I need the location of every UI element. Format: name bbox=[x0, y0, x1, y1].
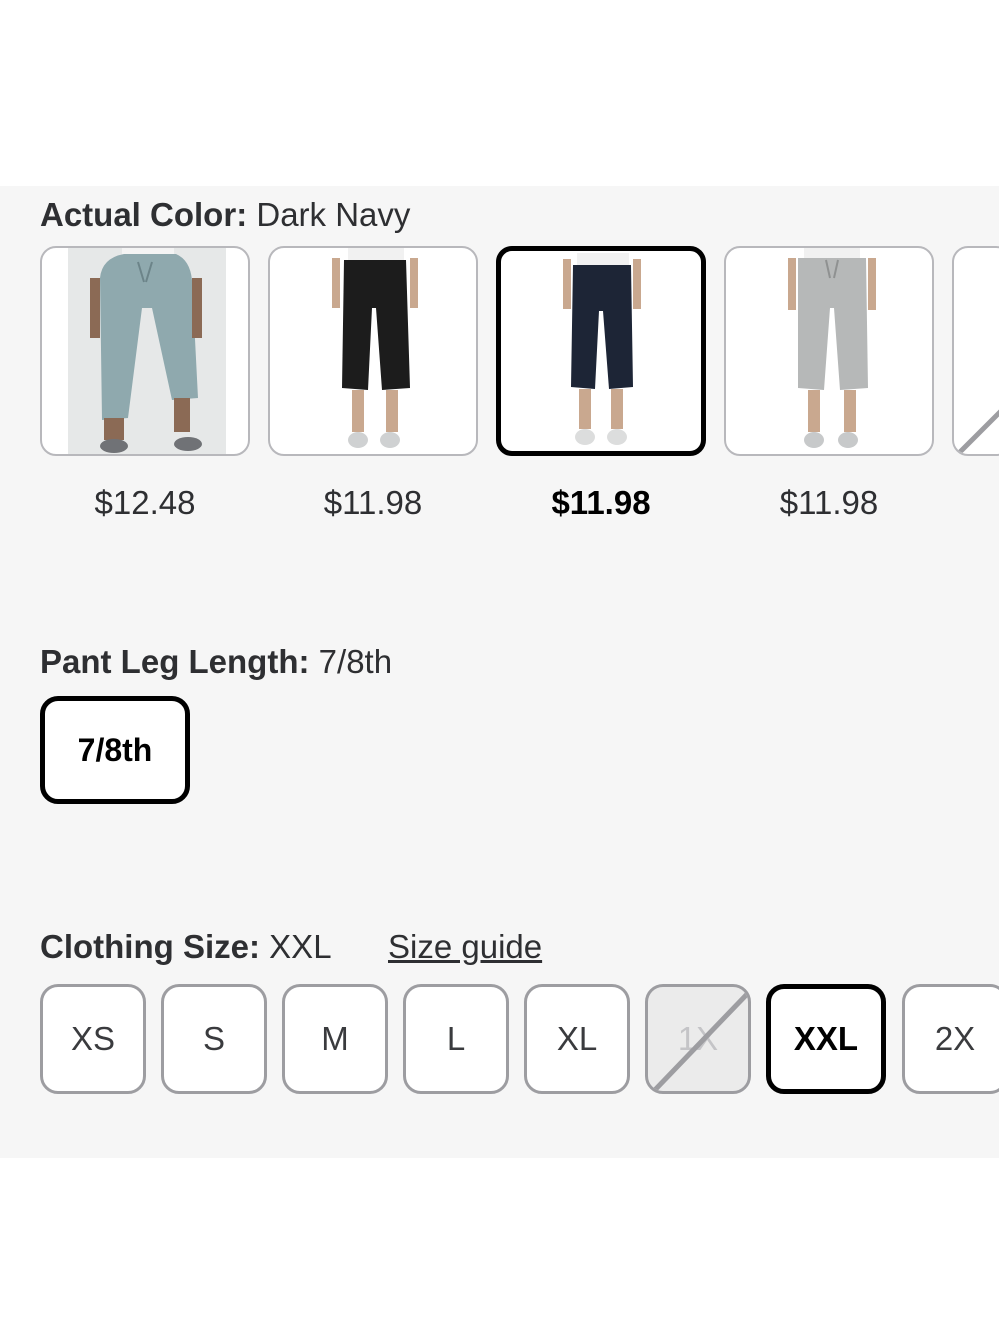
size-option-2x[interactable]: 2X bbox=[902, 984, 999, 1094]
color-swatch-black[interactable] bbox=[268, 246, 478, 456]
pants-image bbox=[563, 253, 641, 445]
size-option-xxl-selected[interactable]: XXL bbox=[766, 984, 886, 1094]
size-heading: Clothing Size: XXL bbox=[40, 928, 332, 965]
size-option-l[interactable]: L bbox=[403, 984, 509, 1094]
pants-image bbox=[788, 248, 876, 448]
color-swatch-light-gray[interactable] bbox=[724, 246, 934, 456]
pants-image bbox=[68, 248, 226, 454]
unavailable-strike-icon bbox=[956, 409, 999, 454]
leg-length-option-7-8th[interactable]: 7/8th bbox=[40, 696, 190, 804]
size-option-xs[interactable]: XS bbox=[40, 984, 146, 1094]
swatch-price-selected: $11.98 bbox=[551, 484, 651, 521]
color-value: Dark Navy bbox=[256, 196, 411, 233]
color-swatch-unavailable[interactable] bbox=[952, 246, 999, 456]
swatch-price: $12.48 bbox=[94, 484, 196, 521]
swatch-price: $11.98 bbox=[779, 484, 879, 521]
size-option-m[interactable]: M bbox=[282, 984, 388, 1094]
unavailable-strike-icon bbox=[650, 989, 748, 1091]
swatch-price: $11.98 bbox=[323, 484, 423, 521]
leg-length-heading: Pant Leg Length: 7/8th bbox=[40, 643, 393, 680]
size-option-1x-unavailable[interactable]: 1X bbox=[645, 984, 751, 1094]
color-swatch-dark-navy[interactable] bbox=[496, 246, 706, 456]
size-guide-link[interactable]: Size guide bbox=[388, 928, 542, 966]
color-heading: Actual Color: Dark Navy bbox=[40, 196, 411, 233]
size-option-s[interactable]: S bbox=[161, 984, 267, 1094]
size-value: XXL bbox=[269, 928, 332, 965]
variant-selector-panel: Actual Color: Dark Navy $12.48 $11.98 $1… bbox=[0, 186, 999, 1158]
size-option-xl[interactable]: XL bbox=[524, 984, 630, 1094]
leg-length-value: 7/8th bbox=[318, 643, 393, 680]
pants-image bbox=[332, 248, 418, 448]
color-swatch-light-blue[interactable] bbox=[40, 246, 250, 456]
